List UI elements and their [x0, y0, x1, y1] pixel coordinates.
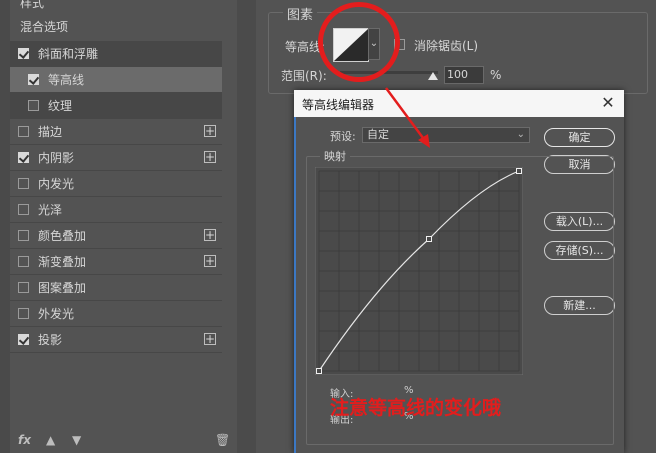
- style-item-label: 图案叠加: [38, 281, 87, 295]
- range-slider-handle[interactable]: [428, 72, 438, 80]
- close-icon[interactable]: ✕: [600, 94, 616, 112]
- add-icon[interactable]: +: [204, 125, 216, 137]
- curve-point: [516, 168, 522, 174]
- style-item[interactable]: 渐变叠加 +: [10, 249, 222, 275]
- style-item-checkbox[interactable]: [18, 308, 29, 319]
- anti-alias-label: 消除锯齿(L): [414, 39, 479, 53]
- contour-curve-graph[interactable]: [315, 167, 523, 375]
- style-item-checkbox[interactable]: [18, 256, 29, 267]
- blending-options-label: 混合选项: [20, 20, 69, 34]
- style-item[interactable]: 斜面和浮雕: [10, 41, 222, 67]
- style-item-label: 投影: [38, 333, 63, 347]
- style-item-label: 描边: [38, 125, 63, 139]
- preset-label: 预设:: [330, 130, 356, 143]
- arrow-annotation-icon: [384, 87, 430, 148]
- style-item[interactable]: 外发光: [10, 301, 222, 327]
- chevron-down-icon: ⌄: [516, 129, 525, 140]
- add-icon[interactable]: +: [204, 151, 216, 163]
- style-item[interactable]: 描边 +: [10, 119, 222, 145]
- ok-button[interactable]: 确定: [544, 128, 615, 147]
- style-item-label: 内发光: [38, 177, 75, 191]
- style-item[interactable]: 内阴影 +: [10, 145, 222, 171]
- panel-divider: [237, 0, 256, 453]
- style-item-checkbox[interactable]: [28, 74, 39, 85]
- style-item-label: 外发光: [38, 307, 75, 321]
- add-icon[interactable]: +: [204, 255, 216, 267]
- style-item[interactable]: 等高线: [10, 67, 222, 93]
- style-item-checkbox[interactable]: [18, 126, 29, 137]
- style-item-checkbox[interactable]: [18, 282, 29, 293]
- add-icon[interactable]: +: [204, 333, 216, 345]
- dialog-edge: [294, 117, 296, 453]
- layer-style-list: 样式 混合选项 斜面和浮雕等高线纹理描边 + 内阴影 + 内发光光泽颜色叠加 + 渐变叠加 +…: [0, 0, 237, 453]
- curve-point: [426, 236, 432, 242]
- style-item-checkbox[interactable]: [18, 48, 29, 59]
- trash-icon[interactable]: 🗑: [215, 433, 230, 447]
- style-item-checkbox[interactable]: [18, 152, 29, 163]
- style-item-checkbox[interactable]: [18, 334, 29, 345]
- move-down-icon[interactable]: ▼: [72, 433, 81, 447]
- style-item[interactable]: 投影 +: [10, 327, 222, 353]
- style-item[interactable]: 光泽: [10, 197, 222, 223]
- annotation-text: 注意等高线的变化哦: [330, 397, 502, 419]
- curve-point: [316, 368, 322, 374]
- style-item-checkbox[interactable]: [18, 204, 29, 215]
- style-item-label: 斜面和浮雕: [38, 47, 99, 61]
- style-item-checkbox[interactable]: [18, 178, 29, 189]
- style-item-checkbox[interactable]: [28, 100, 39, 111]
- range-input[interactable]: 100: [444, 66, 484, 84]
- style-item-label: 光泽: [38, 203, 63, 217]
- styles-header[interactable]: 样式: [10, 0, 222, 13]
- style-item-label: 渐变叠加: [38, 255, 87, 269]
- panel-footer: fx ▲ ▼ 🗑: [10, 430, 237, 453]
- highlight-circle: [318, 2, 400, 82]
- dialog-titlebar[interactable]: 等高线编辑器 ✕: [294, 90, 624, 117]
- range-label: 范围(R):: [281, 69, 327, 83]
- add-icon[interactable]: +: [204, 229, 216, 241]
- group-title: 图素: [283, 4, 318, 23]
- style-item-label: 颜色叠加: [38, 229, 87, 243]
- style-item[interactable]: 颜色叠加 +: [10, 223, 222, 249]
- mapping-label: 映射: [320, 148, 350, 164]
- style-item[interactable]: 图案叠加: [10, 275, 222, 301]
- style-item-label: 等高线: [48, 73, 85, 87]
- style-item-label: 内阴影: [38, 151, 75, 165]
- blending-options-item[interactable]: 混合选项: [10, 17, 222, 37]
- dialog-title: 等高线编辑器: [302, 98, 375, 112]
- style-item-label: 纹理: [48, 99, 73, 113]
- fx-button[interactable]: fx: [18, 433, 31, 447]
- styles-header-label: 样式: [20, 0, 45, 10]
- style-item[interactable]: 内发光: [10, 171, 222, 197]
- style-item-checkbox[interactable]: [18, 230, 29, 241]
- scrollbar[interactable]: [0, 0, 10, 453]
- move-up-icon[interactable]: ▲: [46, 433, 55, 447]
- range-unit: %: [490, 68, 502, 82]
- style-item[interactable]: 纹理: [10, 93, 222, 119]
